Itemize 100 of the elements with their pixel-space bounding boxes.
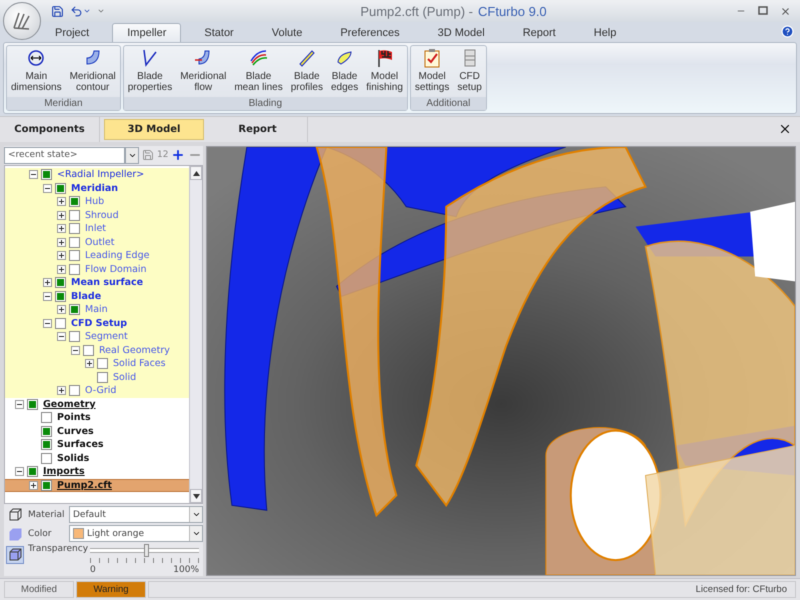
expand-toggle[interactable] bbox=[85, 359, 94, 368]
expand-toggle[interactable] bbox=[15, 400, 24, 409]
help-icon[interactable] bbox=[781, 25, 794, 38]
close-button[interactable] bbox=[778, 122, 792, 136]
ribbon-tab[interactable]: Help bbox=[578, 23, 632, 42]
expand-toggle[interactable] bbox=[29, 480, 38, 490]
expand-toggle[interactable] bbox=[57, 332, 66, 342]
expand-toggle[interactable] bbox=[57, 386, 66, 396]
checkbox[interactable] bbox=[41, 169, 52, 180]
checkbox[interactable] bbox=[69, 331, 80, 342]
tree-row[interactable]: Mean surface bbox=[5, 276, 189, 290]
ribbon-tab[interactable]: Preferences bbox=[325, 23, 415, 42]
ribbon-button[interactable]: Model finishing bbox=[362, 46, 407, 97]
tree-row[interactable]: Real Geometry bbox=[5, 344, 189, 357]
expand-toggle[interactable] bbox=[43, 318, 52, 328]
expand-toggle[interactable] bbox=[57, 264, 66, 274]
tree-row[interactable]: Imports bbox=[5, 465, 189, 478]
expand-toggle[interactable] bbox=[57, 210, 66, 220]
tree-row[interactable]: CFD Setup bbox=[5, 316, 189, 330]
tree-row[interactable]: Meridian bbox=[5, 182, 189, 195]
slider-thumb[interactable] bbox=[144, 544, 149, 557]
checkbox[interactable] bbox=[27, 466, 38, 478]
tree-row[interactable]: Shroud bbox=[5, 208, 189, 222]
ribbon-button[interactable]: Meridional contour bbox=[66, 46, 120, 97]
tree-row[interactable]: Surfaces bbox=[5, 438, 189, 452]
scrollbar[interactable] bbox=[189, 166, 202, 503]
checkbox[interactable] bbox=[69, 250, 80, 262]
ribbon-button[interactable]: Main dimensions bbox=[7, 46, 66, 97]
checkbox[interactable] bbox=[41, 480, 52, 491]
checkbox[interactable] bbox=[97, 358, 108, 370]
ribbon-button[interactable]: CFD setup bbox=[453, 46, 486, 97]
checkbox[interactable] bbox=[27, 398, 38, 410]
tree-row[interactable]: Pump2.cft bbox=[5, 478, 189, 492]
ribbon-tab[interactable]: Project bbox=[40, 23, 104, 42]
expand-toggle[interactable] bbox=[57, 197, 66, 206]
checkbox[interactable] bbox=[69, 236, 80, 248]
tree-row[interactable]: Curves bbox=[5, 424, 189, 438]
checkbox[interactable] bbox=[69, 264, 80, 275]
expand-toggle[interactable] bbox=[43, 184, 52, 193]
ribbon-tab[interactable]: 3D Model bbox=[422, 23, 500, 42]
expand-toggle[interactable] bbox=[57, 251, 66, 260]
save-state-button[interactable] bbox=[142, 149, 154, 161]
application-menu-button[interactable] bbox=[3, 2, 41, 40]
tree-row[interactable]: Solid bbox=[5, 370, 189, 384]
tree-row[interactable]: Solid Faces bbox=[5, 357, 189, 370]
tree-row[interactable]: Main bbox=[5, 303, 189, 316]
checkbox[interactable] bbox=[55, 318, 66, 329]
recent-state-field[interactable]: <recent state> bbox=[5, 148, 124, 162]
checkbox[interactable] bbox=[69, 210, 80, 221]
material-dropdown[interactable]: Default bbox=[69, 506, 203, 523]
checkbox[interactable] bbox=[55, 277, 66, 288]
checkbox[interactable] bbox=[69, 196, 80, 208]
panel-tab[interactable]: 3D Model bbox=[104, 119, 204, 140]
ribbon-button[interactable]: Blade profiles bbox=[286, 46, 327, 97]
ribbon-button[interactable]: Model settings bbox=[410, 46, 454, 97]
checkbox[interactable] bbox=[55, 290, 66, 302]
expand-toggle[interactable] bbox=[57, 238, 66, 247]
checkbox[interactable] bbox=[41, 452, 52, 464]
checkbox[interactable] bbox=[41, 426, 52, 437]
expand-toggle[interactable] bbox=[43, 278, 52, 288]
expand-toggle[interactable] bbox=[43, 292, 52, 301]
tree-row[interactable]: Flow Domain bbox=[5, 262, 189, 276]
tree-row[interactable]: Segment bbox=[5, 330, 189, 344]
dropdown-button[interactable] bbox=[125, 146, 139, 164]
ribbon-button[interactable]: Blade properties bbox=[124, 46, 176, 97]
checkbox[interactable] bbox=[69, 385, 80, 396]
ribbon-button[interactable]: Blade edges bbox=[326, 46, 362, 97]
expand-toggle[interactable] bbox=[15, 467, 24, 476]
checkbox[interactable] bbox=[55, 182, 66, 194]
tree-row[interactable]: Geometry bbox=[5, 398, 189, 411]
tree-row[interactable]: Leading Edge bbox=[5, 249, 189, 262]
tree-row[interactable]: Hub bbox=[5, 195, 189, 208]
checkbox[interactable] bbox=[69, 304, 80, 316]
ribbon-tab[interactable]: Impeller bbox=[112, 23, 182, 42]
tree-row[interactable]: <Radial Impeller> bbox=[5, 168, 189, 182]
color-dropdown[interactable]: Light orange bbox=[69, 525, 203, 542]
ribbon-button[interactable]: Meridional flow bbox=[176, 46, 230, 97]
ribbon-tab[interactable]: Report bbox=[508, 23, 571, 42]
ribbon-tab[interactable]: Volute bbox=[256, 23, 318, 42]
save-button[interactable] bbox=[50, 4, 65, 18]
tree-row[interactable]: Outlet bbox=[5, 236, 189, 249]
expand-toggle[interactable] bbox=[57, 305, 66, 314]
ribbon-tab[interactable]: Stator bbox=[189, 23, 249, 42]
expand-toggle[interactable] bbox=[57, 224, 66, 234]
tree-row[interactable]: Inlet bbox=[5, 222, 189, 236]
expand-toggle[interactable] bbox=[71, 346, 80, 355]
checkbox[interactable] bbox=[97, 372, 108, 383]
ribbon-button[interactable]: Blade mean lines bbox=[230, 46, 287, 97]
checkbox[interactable] bbox=[83, 344, 94, 356]
add-button[interactable] bbox=[171, 148, 186, 162]
checkbox[interactable] bbox=[41, 412, 52, 424]
view-mode-button[interactable] bbox=[6, 546, 24, 564]
checkbox[interactable] bbox=[69, 223, 80, 234]
expand-toggle[interactable] bbox=[29, 170, 38, 180]
tree-row[interactable]: Blade bbox=[5, 290, 189, 303]
undo-button[interactable] bbox=[69, 4, 92, 18]
tree-row[interactable]: Points bbox=[5, 411, 189, 424]
tree-row[interactable]: Solids bbox=[5, 452, 189, 465]
tree-row[interactable]: O-Grid bbox=[5, 384, 189, 398]
checkbox[interactable] bbox=[41, 439, 52, 450]
